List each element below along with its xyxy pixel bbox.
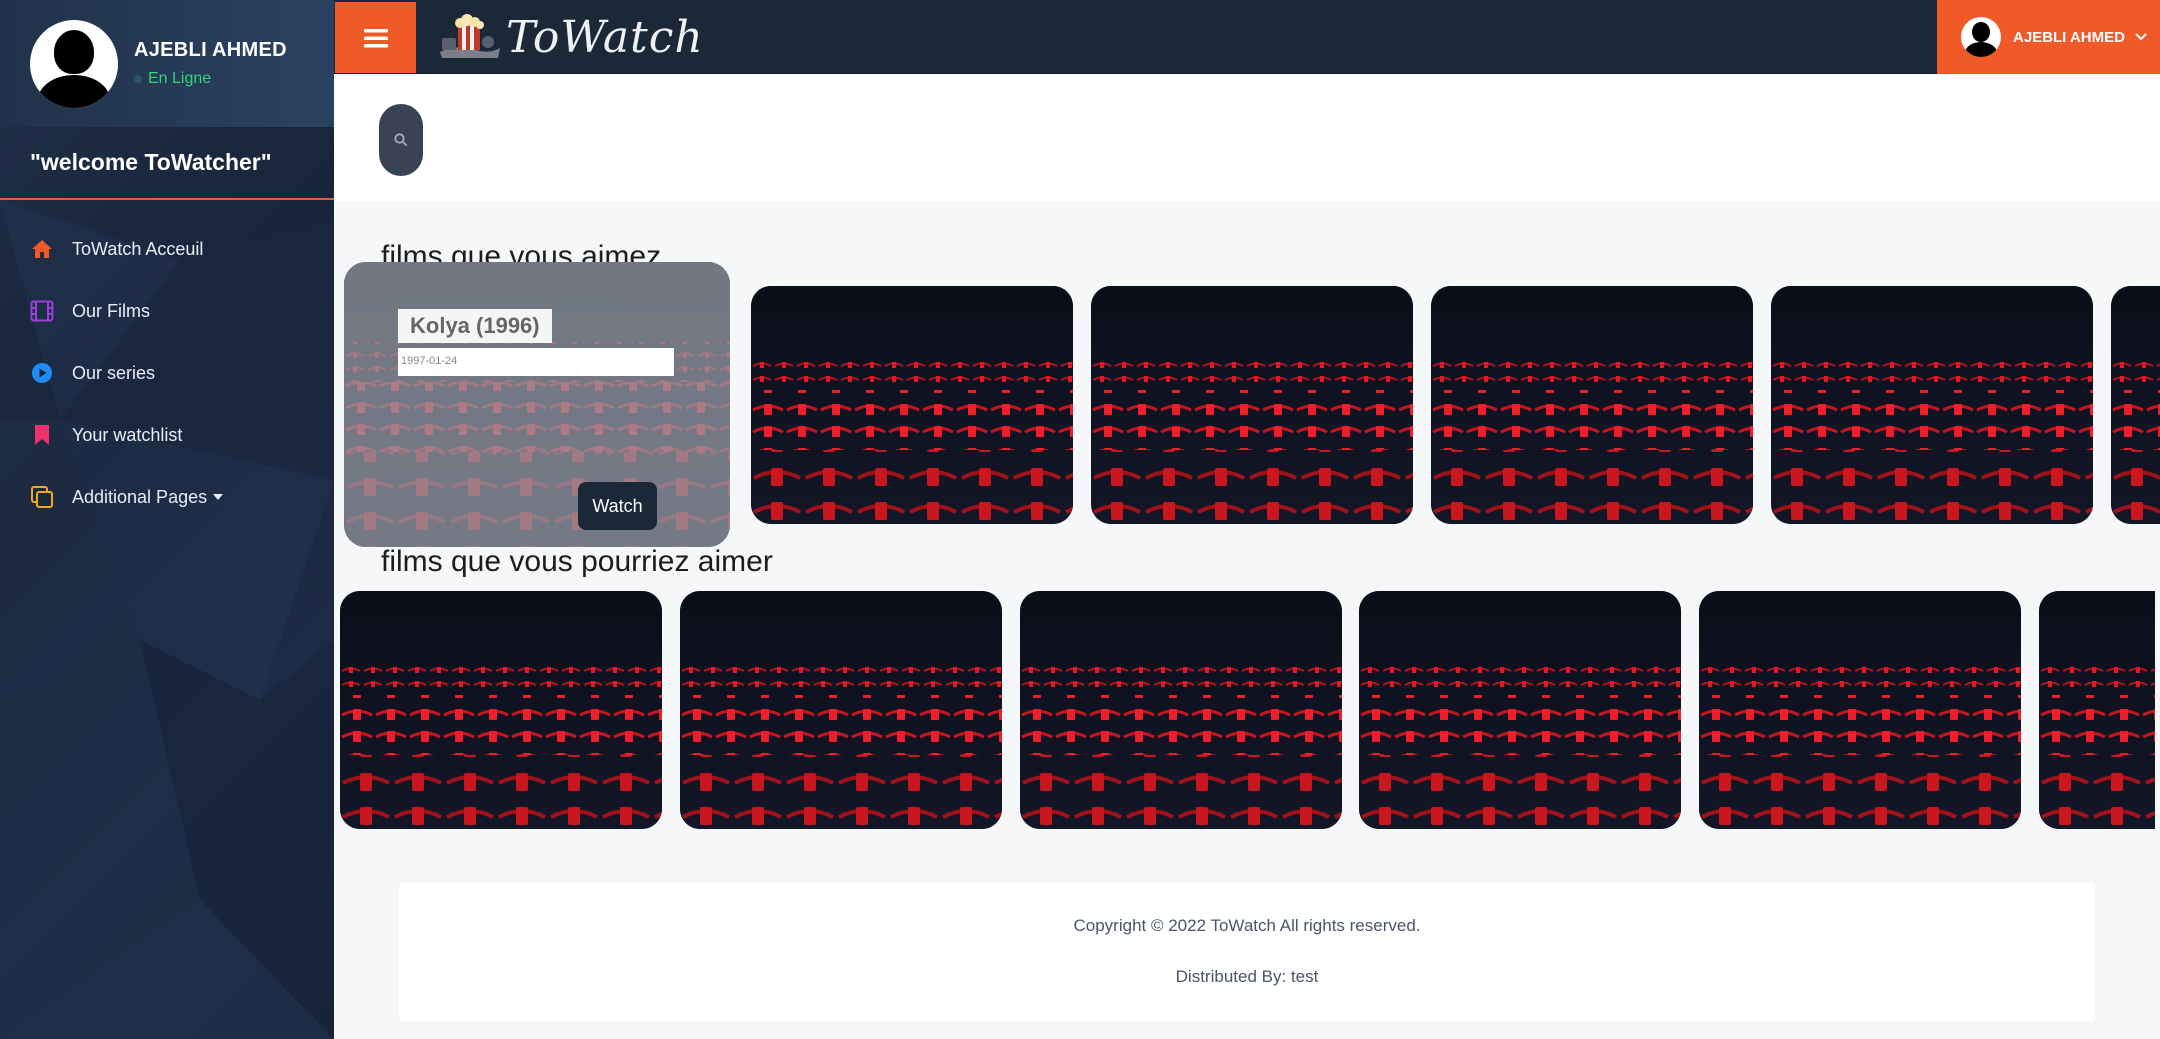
status-text: En Ligne: [148, 70, 212, 87]
avatar[interactable]: [30, 19, 118, 108]
movie-card-hover[interactable]: Kolya (1996) 1997-01-24 Watch: [344, 262, 730, 547]
movie-thumbnail: [1359, 591, 1681, 829]
sidebar-item-label: ToWatch Acceuil: [72, 238, 204, 259]
sidebar: AJEBLI AHMED En Ligne "welcome ToWatcher…: [0, 0, 334, 1039]
sidebar-item-label: Additional Pages: [72, 486, 208, 507]
movie-card[interactable]: [340, 591, 662, 829]
hamburger-icon: [363, 28, 388, 47]
search-button[interactable]: [379, 104, 423, 176]
movie-card[interactable]: [1771, 286, 2093, 524]
welcome-message: "welcome ToWatcher": [0, 127, 334, 200]
movie-card[interactable]: [1431, 286, 1753, 524]
sidebar-item-additional-pages[interactable]: Additional Pages: [0, 466, 334, 528]
movie-thumbnail: [2111, 286, 2160, 524]
play-circle-icon: [30, 361, 54, 385]
movie-card[interactable]: [2039, 591, 2155, 829]
sidebar-item-series[interactable]: Our series: [0, 342, 334, 404]
movie-release-date: 1997-01-24: [398, 348, 674, 376]
logo-text: ToWatch: [506, 11, 704, 63]
sidebar-item-label: Your watchlist: [72, 424, 183, 445]
movie-card[interactable]: [1091, 286, 1413, 524]
movie-thumbnail: [1020, 591, 1342, 829]
section-title-suggested: films que vous pourriez aimer: [381, 545, 773, 578]
user-profile: AJEBLI AHMED En Ligne: [0, 0, 334, 127]
movie-thumbnail: [340, 591, 662, 829]
copy-icon: [30, 485, 54, 509]
movie-thumbnail: [1091, 286, 1413, 524]
search-bar-area: [334, 74, 2160, 202]
bookmark-icon: [30, 423, 54, 447]
avatar: [1961, 17, 2001, 57]
search-icon: [394, 133, 408, 147]
app-logo[interactable]: ToWatch: [436, 10, 704, 64]
movie-card[interactable]: [2111, 286, 2160, 524]
chevron-down-icon: [2135, 33, 2147, 41]
user-menu-name: AJEBLI AHMED: [2013, 28, 2125, 46]
caret-down-icon: [213, 494, 224, 500]
popcorn-cinema-icon: [440, 14, 500, 58]
sidebar-nav: ToWatch Acceuil Our Films Our series You…: [0, 200, 334, 528]
copyright-text: Copyright © 2022 ToWatch All rights rese…: [1073, 916, 1421, 935]
profile-name: AJEBLI AHMED: [134, 39, 287, 61]
movie-thumbnail: [680, 591, 1002, 829]
distributed-by-text: Distributed By: test: [1175, 967, 1319, 986]
watch-button[interactable]: Watch: [578, 482, 657, 530]
sidebar-item-label: Our series: [72, 362, 156, 383]
movie-thumbnail: [751, 286, 1073, 524]
menu-toggle-button[interactable]: [335, 2, 416, 73]
user-menu-dropdown[interactable]: AJEBLI AHMED: [1937, 0, 2160, 74]
home-icon: [30, 237, 54, 261]
sidebar-item-home[interactable]: ToWatch Acceuil: [0, 218, 334, 280]
movie-card[interactable]: [1699, 591, 2021, 829]
sidebar-item-films[interactable]: Our Films: [0, 280, 334, 342]
movie-title: Kolya (1996): [398, 309, 552, 343]
movie-card[interactable]: [1359, 591, 1681, 829]
movie-card[interactable]: [680, 591, 1002, 829]
movie-card[interactable]: [1020, 591, 1342, 829]
movie-card[interactable]: [751, 286, 1073, 524]
footer: Copyright © 2022 ToWatch All rights rese…: [399, 883, 2095, 1021]
movie-thumbnail: [1699, 591, 2021, 829]
sidebar-item-watchlist[interactable]: Your watchlist: [0, 404, 334, 466]
movie-thumbnail: [1771, 286, 2093, 524]
movie-thumbnail: [1431, 286, 1753, 524]
topbar: ToWatch AJEBLI AHMED: [334, 0, 2160, 74]
sidebar-item-label: Our Films: [72, 300, 150, 321]
film-icon: [30, 299, 54, 323]
status-indicator: En Ligne: [134, 70, 287, 88]
movie-thumbnail: [2039, 591, 2155, 829]
status-dot-icon: [134, 75, 142, 83]
